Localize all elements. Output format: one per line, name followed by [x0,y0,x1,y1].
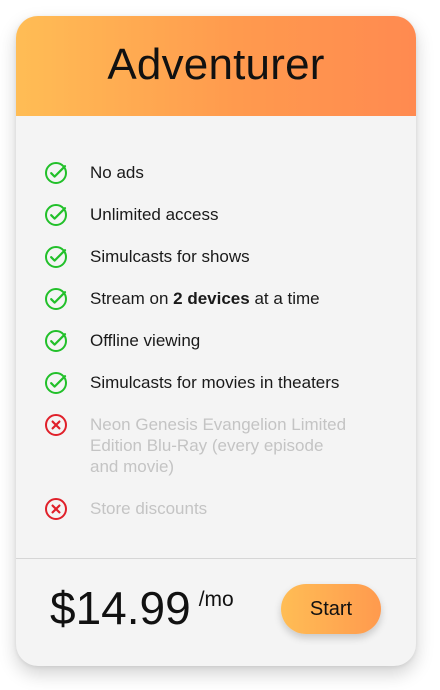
feature-item: Unlimited access [44,204,384,227]
start-button[interactable]: Start [281,584,381,634]
feature-label: Unlimited access [90,205,219,224]
check-circle-icon [44,287,68,311]
feature-item-excluded: Neon Genesis Evangelion Limited Edition … [44,414,354,477]
plan-header: Adventurer [16,16,416,116]
feature-label: Simulcasts for movies in theaters [90,373,340,392]
x-circle-icon [44,497,68,521]
feature-item: Simulcasts for movies in theaters [44,372,384,395]
check-circle-icon [44,371,68,395]
feature-label: Offline viewing [90,331,201,350]
feature-item: No ads [44,162,384,185]
price-period: /mo [198,588,234,611]
feature-label: Neon Genesis Evangelion Limited Edition … [90,415,347,476]
check-circle-icon [44,245,68,269]
check-circle-icon [44,161,68,185]
feature-label-part: Stream on [90,289,174,308]
feature-label: Store discounts [90,499,208,518]
feature-label-part: at a time [249,289,320,308]
feature-item: Stream on 2 devices at a time [44,288,384,311]
feature-label: Simulcasts for shows [90,247,250,266]
price: $14.99 /mo [50,582,234,634]
check-circle-icon [44,203,68,227]
feature-item-excluded: Store discounts [44,498,384,521]
x-circle-icon [44,413,68,437]
plan-title: Adventurer [107,40,325,89]
feature-label: Stream on 2 devices at a time [90,288,320,309]
feature-label-emphasis: 2 devices [173,289,250,308]
check-circle-icon [44,329,68,353]
feature-item: Offline viewing [44,330,384,353]
feature-label: No ads [90,163,144,182]
pricing-card: Adventurer No ads Unlimited access Simul… [16,16,416,666]
divider [16,558,416,559]
price-amount: $14.99 [50,582,191,634]
feature-item: Simulcasts for shows [44,246,384,269]
